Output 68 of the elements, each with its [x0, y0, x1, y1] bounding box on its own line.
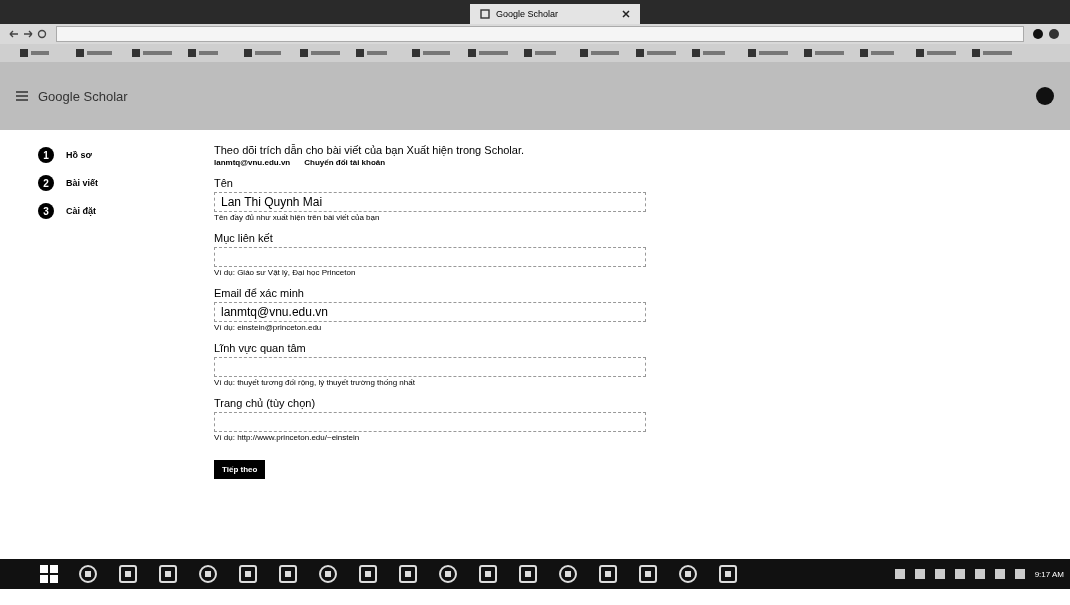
- tray-icon[interactable]: [954, 569, 965, 579]
- app-icon[interactable]: [118, 565, 138, 583]
- app-icon[interactable]: [518, 565, 538, 583]
- app-icon[interactable]: [678, 565, 698, 583]
- account-email: lanmtq@vnu.edu.vn: [214, 158, 291, 167]
- switch-account-link[interactable]: Chuyển đổi tài khoản: [304, 158, 386, 167]
- bookmark-icon[interactable]: [468, 49, 508, 57]
- app-icon[interactable]: [78, 565, 98, 583]
- app-icon[interactable]: [318, 565, 338, 583]
- close-icon[interactable]: [622, 10, 630, 18]
- field-hint: Tên đầy đủ như xuất hiện trên bài viết của bạn: [214, 213, 381, 222]
- tray-icon[interactable]: [934, 569, 945, 579]
- step-label[interactable]: Cài đặt: [66, 206, 96, 216]
- app-icon[interactable]: [598, 565, 618, 583]
- bookmark-icon[interactable]: [636, 49, 676, 57]
- app-icon[interactable]: [398, 565, 418, 583]
- field-label: Mục liên kết: [214, 232, 274, 244]
- app-title: Google Scholar: [38, 88, 128, 104]
- bookmark-icon[interactable]: [804, 49, 844, 57]
- bookmark-icon[interactable]: [972, 49, 1012, 57]
- bookmark-icon[interactable]: [580, 49, 620, 57]
- page-icon: [480, 9, 490, 19]
- input-field[interactable]: Lan Thi Quynh Mai: [214, 192, 646, 212]
- app-icon[interactable]: [158, 565, 178, 583]
- field-label: Lĩnh vực quan tâm: [214, 342, 307, 354]
- app-icon[interactable]: [358, 565, 378, 583]
- tray-icon[interactable]: [994, 569, 1005, 579]
- step-number: 1: [38, 147, 54, 163]
- input-field[interactable]: [214, 357, 646, 377]
- app-icon[interactable]: [238, 565, 258, 583]
- app-icon[interactable]: [278, 565, 298, 583]
- tray-icon[interactable]: [1014, 569, 1025, 579]
- field-hint: Ví dụ: einstein@princeton.edu: [214, 323, 323, 332]
- field-label: Tên: [214, 177, 234, 189]
- next-button[interactable]: Tiếp theo: [214, 460, 266, 479]
- step-number: 3: [38, 203, 54, 219]
- input-field[interactable]: [214, 247, 646, 267]
- step-label[interactable]: Bài viết: [66, 178, 98, 188]
- windows-icon[interactable]: [40, 565, 58, 583]
- bookmark-icon[interactable]: [244, 49, 284, 57]
- field-hint: Ví dụ: thuyết tương đối rộng, lý thuyết trường thống nhất: [214, 378, 416, 387]
- app-icon[interactable]: [478, 565, 498, 583]
- clock: 9:17 AM: [1034, 569, 1064, 579]
- app-icon[interactable]: [718, 565, 738, 583]
- app-icon[interactable]: [638, 565, 658, 583]
- tray-icon[interactable]: [914, 569, 925, 579]
- bookmark-icon[interactable]: [916, 49, 956, 57]
- bookmark-icon[interactable]: [412, 49, 452, 57]
- input-field[interactable]: [214, 412, 646, 432]
- field-hint: Ví dụ: http://www.princeton.edu/~einstein: [214, 433, 361, 442]
- app-icon[interactable]: [438, 565, 458, 583]
- tray-icon[interactable]: [974, 569, 985, 579]
- app-icon[interactable]: [558, 565, 578, 583]
- intro-text: Theo dõi trích dẫn cho bài viết của bạn Xuất hiện trong Scholar.: [214, 144, 526, 156]
- bookmark-icon[interactable]: [748, 49, 788, 57]
- field-hint: Ví dụ: Giáo sư Vật lý, Đại học Princeton: [214, 268, 357, 277]
- bookmark-icon[interactable]: [300, 49, 340, 57]
- avatar-icon[interactable]: [1036, 87, 1054, 105]
- input-field[interactable]: lanmtq@vnu.edu.vn: [214, 302, 646, 322]
- app-icon[interactable]: [198, 565, 218, 583]
- field-label: Trang chủ (tùy chọn): [214, 397, 317, 409]
- navigation-icon[interactable]: [8, 29, 48, 39]
- field-label: Email để xác minh: [214, 287, 305, 299]
- step-number: 2: [38, 175, 54, 191]
- browser-tab[interactable]: Google Scholar: [470, 4, 640, 24]
- bookmark-icon[interactable]: [132, 49, 172, 57]
- step-label[interactable]: Hồ sơ: [66, 150, 92, 160]
- tray-icon[interactable]: [894, 569, 905, 579]
